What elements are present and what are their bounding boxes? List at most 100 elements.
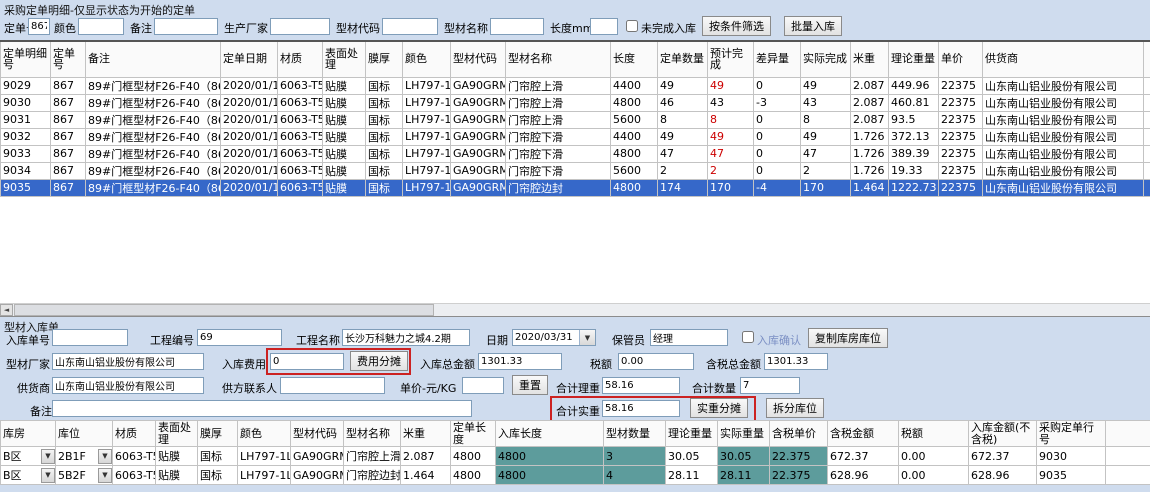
project-name-input[interactable] (342, 329, 470, 346)
column-header[interactable]: 单价 (939, 41, 983, 77)
reset-button[interactable]: 重置 (512, 375, 548, 395)
column-header[interactable]: 型材名称 (344, 421, 401, 447)
column-header[interactable]: 含税金额 (828, 421, 899, 447)
column-header[interactable]: 采购定单行号 (1037, 421, 1106, 447)
unit-price-input[interactable] (462, 377, 504, 394)
cell: 2020/01/13 (221, 179, 278, 196)
manufacturer-input[interactable] (270, 18, 330, 35)
copy-location-button[interactable]: 复制库房库位 (808, 328, 888, 348)
column-header[interactable]: 表面处理 (323, 41, 366, 77)
cell: 22375 (939, 94, 983, 111)
dropdown-icon[interactable]: ▼ (98, 468, 112, 483)
column-header[interactable]: 库房 (1, 421, 56, 447)
actual-weight-share-button[interactable]: 实重分摊 (690, 398, 748, 418)
batch-entry-button[interactable]: 批量入库 (784, 16, 842, 36)
column-header[interactable]: 米重 (851, 41, 889, 77)
column-header[interactable]: 库位 (56, 421, 113, 447)
dropdown-icon[interactable]: ▼ (41, 468, 55, 483)
factory-input[interactable] (52, 353, 204, 370)
combo-cell[interactable]: B区▼ (1, 466, 56, 485)
table-row[interactable]: 903086789#门框型材F26-F40（866+867）2020/01/13… (1, 94, 1150, 111)
column-header[interactable]: 定单明细号 (1, 41, 51, 77)
column-header[interactable]: 差异量 (754, 41, 801, 77)
table-row[interactable]: B区▼5B2F▼6063-T5贴膜国标LH797-1LL0GA90GRM05门帘… (1, 466, 1150, 485)
entry-no-input[interactable] (52, 329, 128, 346)
column-header[interactable]: 表面处理 (156, 421, 198, 447)
split-location-button[interactable]: 拆分库位 (766, 398, 824, 418)
column-header[interactable]: 理论重量 (889, 41, 939, 77)
unfinished-checkbox[interactable] (626, 20, 638, 32)
column-header[interactable]: 入库金额(不含税) (969, 421, 1037, 447)
table-row[interactable]: B区▼2B1F▼6063-T5贴膜国标LH797-1LL0GA90GRM03门帘… (1, 447, 1150, 466)
calendar-dropdown-icon[interactable]: ▼ (579, 330, 595, 345)
column-header[interactable]: 型材数量 (604, 421, 666, 447)
keeper-input[interactable] (650, 329, 728, 346)
cell: 2 (708, 162, 754, 179)
dropdown-icon[interactable]: ▼ (41, 449, 55, 464)
fee-input[interactable] (270, 353, 344, 370)
column-header[interactable]: 颜色 (238, 421, 291, 447)
scrollbar-thumb[interactable] (14, 304, 434, 316)
length-input[interactable] (590, 18, 618, 35)
column-header[interactable]: 型材代码 (291, 421, 344, 447)
column-header[interactable]: 定单日期 (221, 41, 278, 77)
table-row[interactable]: 902986789#门框型材F26-F40（866+867）2020/01/13… (1, 77, 1150, 94)
column-header[interactable]: 膜厚 (366, 41, 403, 77)
fee-share-button[interactable]: 费用分摊 (350, 351, 408, 371)
table-row[interactable]: 903186789#门框型材F26-F40（866+867）2020/01/13… (1, 111, 1150, 128)
cell: 6063-T5 (278, 179, 323, 196)
total-qty-input[interactable] (740, 377, 800, 394)
column-header[interactable]: 长度 (611, 41, 658, 77)
column-header[interactable]: 备注 (86, 41, 221, 77)
column-header[interactable]: 颜色 (403, 41, 451, 77)
column-header[interactable]: 含税单价 (770, 421, 828, 447)
column-header[interactable]: 米重 (401, 421, 451, 447)
project-no-input[interactable] (197, 329, 282, 346)
table-row[interactable]: 903486789#门框型材F26-F40（866+867）2020/01/13… (1, 162, 1150, 179)
table-row[interactable]: 903586789#门框型材F26-F40（866+867）2020/01/13… (1, 179, 1150, 196)
combo-cell[interactable]: B区▼ (1, 447, 56, 466)
column-header[interactable]: 实际完成 (801, 41, 851, 77)
column-header[interactable]: 材质 (113, 421, 156, 447)
tax-input[interactable] (618, 353, 694, 370)
horizontal-scrollbar[interactable]: ◄ (0, 303, 1150, 316)
column-header[interactable]: 材质 (278, 41, 323, 77)
column-header[interactable]: 定单长度 (451, 421, 496, 447)
column-header[interactable]: 供货商 (983, 41, 1144, 77)
table-row[interactable]: 903286789#门框型材F26-F40（866+867）2020/01/13… (1, 128, 1150, 145)
date-picker[interactable]: 2020/03/31 ▼ (512, 329, 596, 346)
order-no-input[interactable] (28, 18, 50, 35)
table-row[interactable]: 903386789#门框型材F26-F40（866+867）2020/01/13… (1, 145, 1150, 162)
column-header[interactable]: 实际重量 (718, 421, 770, 447)
color-filter-input[interactable] (78, 18, 124, 35)
remark-filter-input[interactable] (154, 18, 218, 35)
supplier-input[interactable] (52, 377, 204, 394)
scroll-left-icon[interactable]: ◄ (0, 304, 13, 316)
entry-confirm-checkbox[interactable] (742, 331, 754, 343)
column-header[interactable]: 型材名称 (506, 41, 611, 77)
combo-cell[interactable]: 2B1F▼ (56, 447, 113, 466)
tax-total-input[interactable] (764, 353, 828, 370)
date-label: 日期 (486, 332, 508, 348)
remark-input[interactable] (52, 400, 472, 417)
column-header[interactable]: 理论重量 (666, 421, 718, 447)
actual-weight-input[interactable] (602, 400, 680, 417)
combo-cell[interactable]: 5B2F▼ (56, 466, 113, 485)
column-header[interactable]: 膜厚 (198, 421, 238, 447)
filter-by-condition-button[interactable]: 按条件筛选 (702, 16, 771, 36)
cell: GA90GRM03 (451, 94, 506, 111)
column-header[interactable]: 预计完成 (708, 41, 754, 77)
column-header[interactable]: 入库长度 (496, 421, 604, 447)
total-amount-input[interactable] (478, 353, 562, 370)
cell-filler (1144, 179, 1150, 196)
theory-weight-input[interactable] (602, 377, 680, 394)
column-header[interactable]: 税额 (899, 421, 969, 447)
column-header[interactable]: 型材代码 (451, 41, 506, 77)
profile-name-input[interactable] (490, 18, 544, 35)
column-header[interactable]: 定单数量 (658, 41, 708, 77)
column-header[interactable]: 定单号 (51, 41, 86, 77)
dropdown-icon[interactable]: ▼ (98, 449, 112, 464)
contact-input[interactable] (280, 377, 385, 394)
cell: 门帘腔下滑 (506, 162, 611, 179)
profile-code-input[interactable] (382, 18, 438, 35)
